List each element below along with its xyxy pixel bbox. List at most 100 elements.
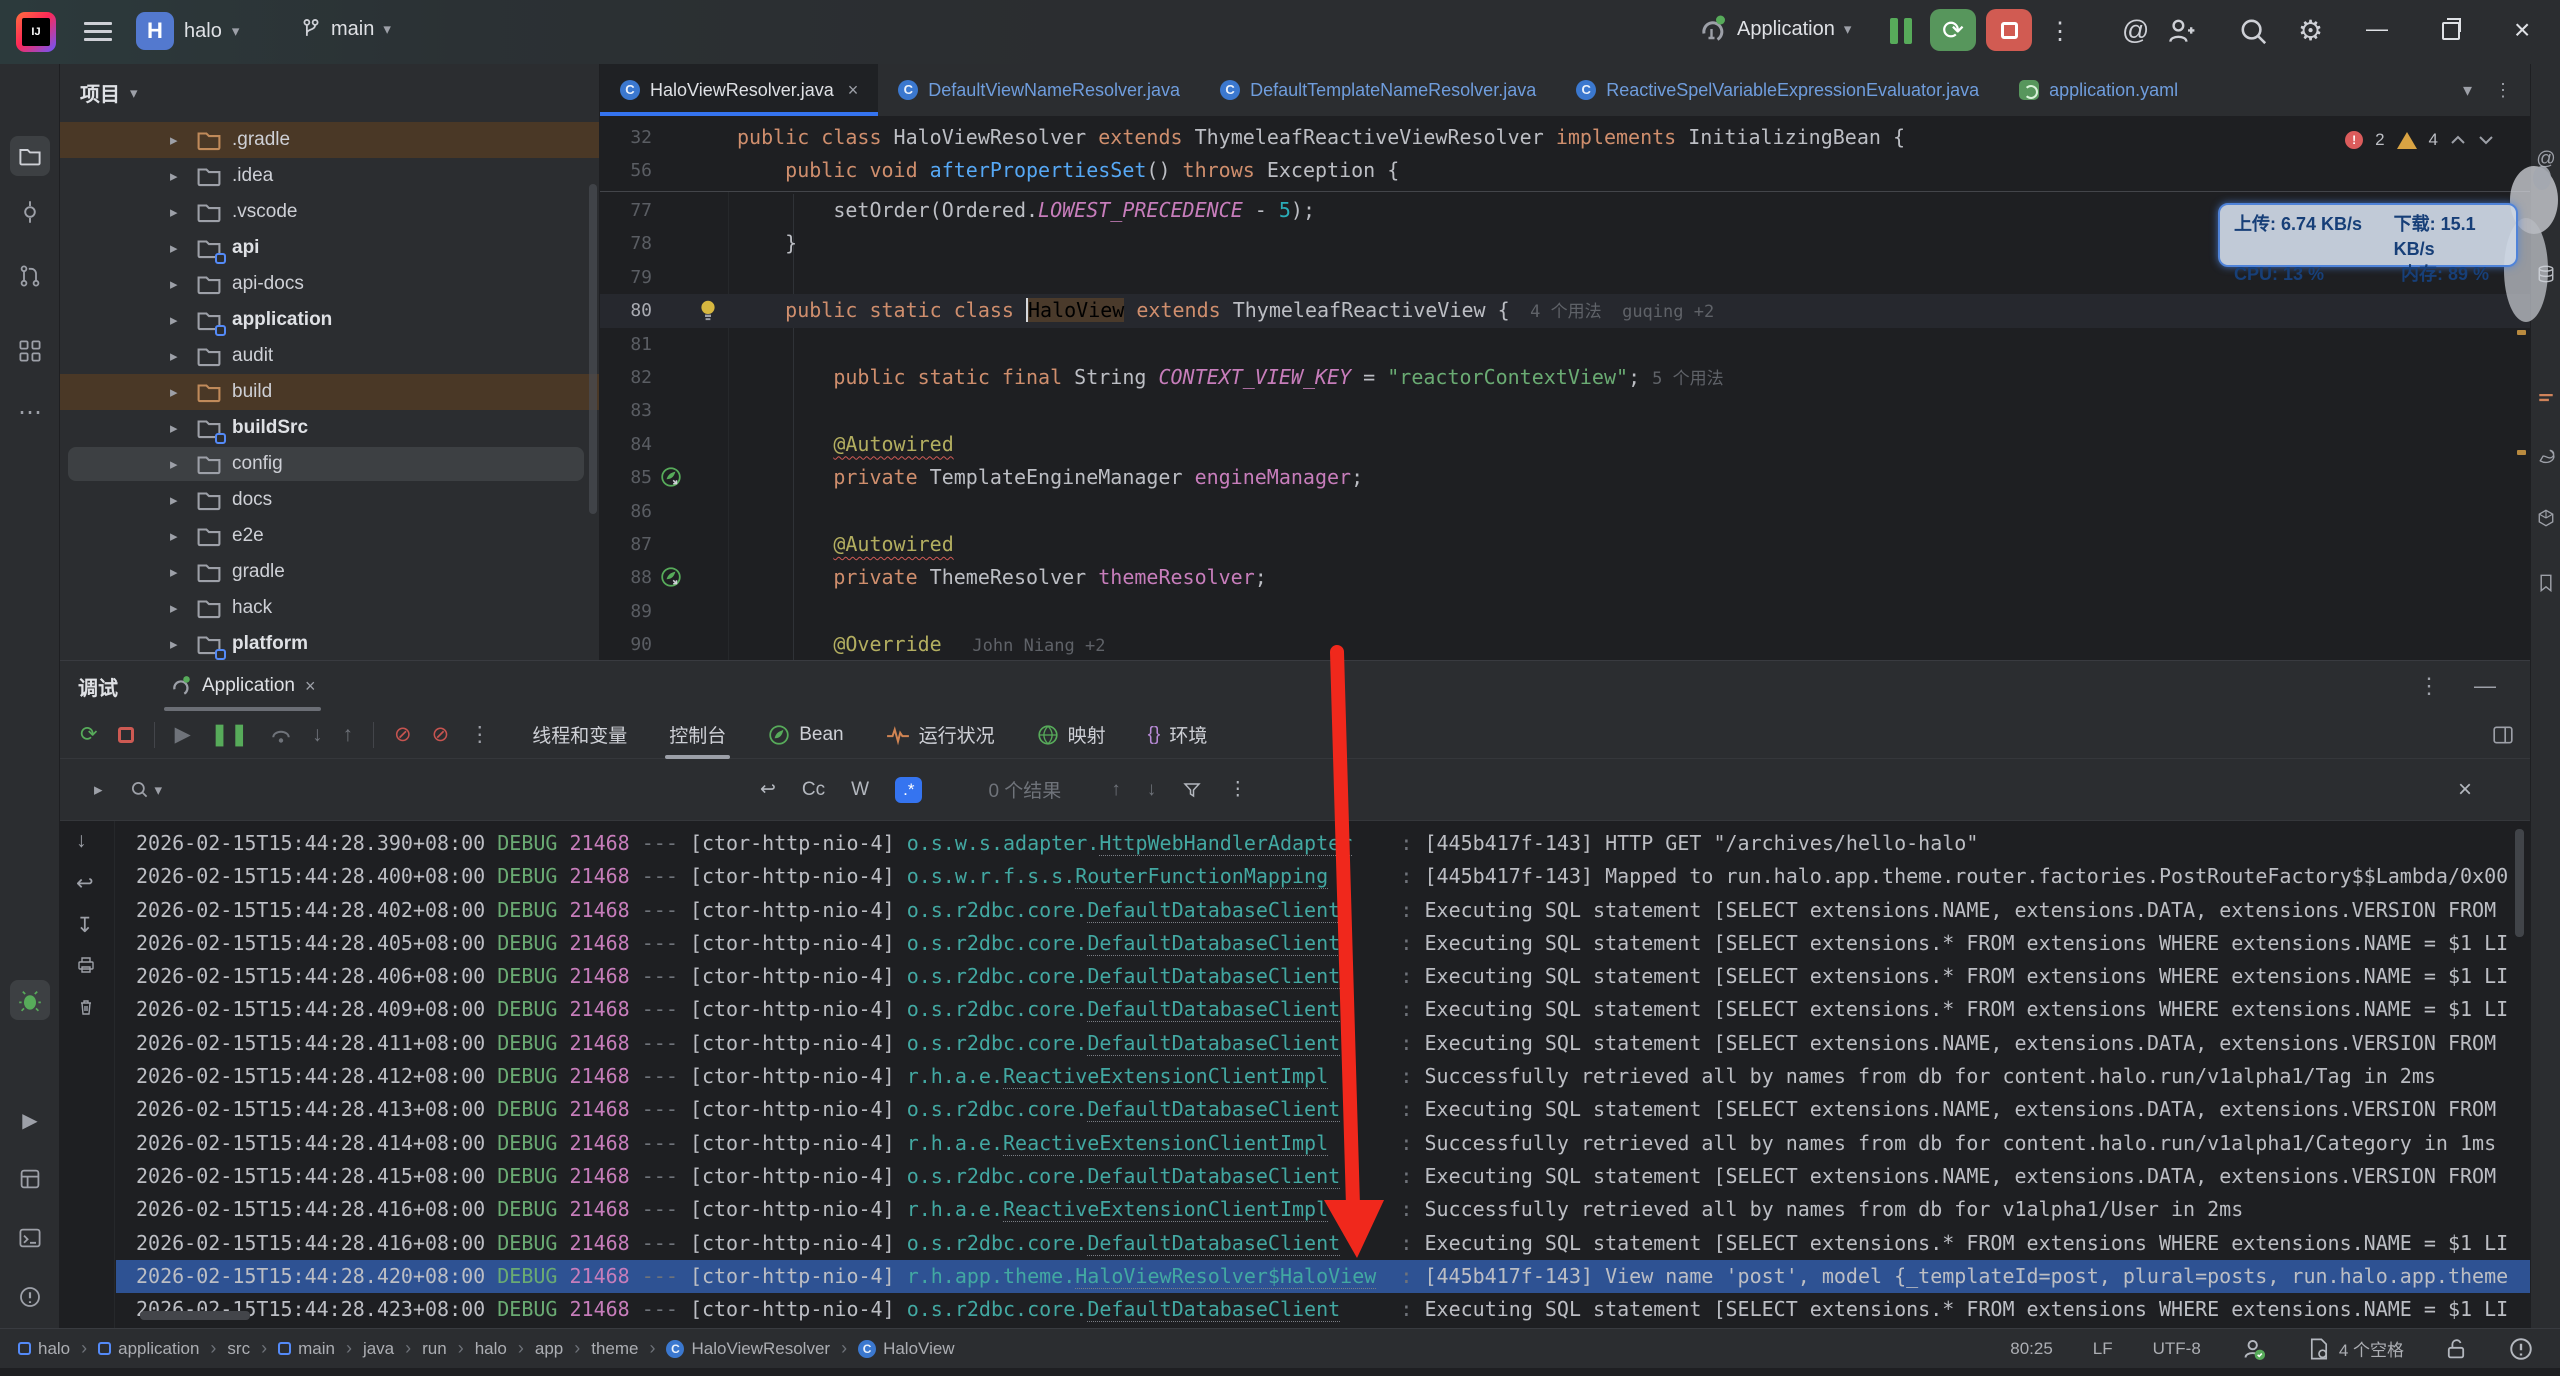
indent-setting[interactable]: 4 个空格 [2307,1336,2404,1361]
console-hscrollbar[interactable] [140,1311,250,1320]
tab-options-icon[interactable]: ⋮ [2494,80,2512,101]
breadcrumb-item-run[interactable]: run [422,1339,447,1359]
console-output[interactable]: ↑ ↓ ↩ ↧ 2026-02-15T15:44:28.390+08:00 DE… [60,821,2530,1328]
tree-item-gradle[interactable]: ▸.gradle [60,122,600,158]
analysis-mark[interactable] [2517,450,2526,455]
print-icon[interactable] [76,955,96,975]
hide-panel-icon[interactable]: — [2474,673,2496,699]
line-ending[interactable]: LF [2093,1339,2113,1359]
log-row[interactable]: 2026-02-15T15:44:28.390+08:00 DEBUG 2146… [116,827,2530,860]
breadcrumb-item-halo[interactable]: halo [475,1339,507,1359]
words-toggle[interactable]: W [851,779,869,801]
vcs-user-icon[interactable] [2241,1336,2267,1362]
debug-options-icon[interactable]: ⋮ [2418,673,2440,699]
bookmarks-toolwindow-icon[interactable] [2530,567,2560,599]
caret-position[interactable]: 80:25 [2010,1339,2053,1359]
prev-problem-icon[interactable] [2450,134,2466,146]
chevron-right-icon[interactable]: ▸ [170,491,178,509]
code-line-86[interactable]: 86 [600,495,2530,528]
intention-bulb-icon[interactable] [698,299,718,323]
recent-search-icon[interactable]: ↩ [760,778,776,801]
rerun-icon[interactable]: ⟳ [80,722,98,747]
log-row[interactable]: 2026-02-15T15:44:28.414+08:00 DEBUG 2146… [116,1127,2530,1160]
clear-console-icon[interactable] [76,997,96,1017]
match-case-toggle[interactable]: Cc [802,779,825,801]
stop-icon[interactable] [118,727,134,743]
tree-item-gradle[interactable]: ▸gradle [60,554,600,590]
tree-item-idea[interactable]: ▸.idea [60,158,600,194]
restore-button[interactable] [2442,22,2460,40]
view-tab-控制台[interactable]: 控制台 [669,711,726,759]
terminal-toolwindow-icon[interactable] [10,1218,50,1258]
more-actions-icon[interactable]: ⋮ [2048,17,2072,46]
tree-item-e2e[interactable]: ▸e2e [60,518,600,554]
breadcrumb-item-src[interactable]: src [227,1339,250,1359]
scroll-down-icon[interactable]: ↓ [76,829,87,853]
spring-bean-icon[interactable] [660,466,682,488]
log-row[interactable]: 2026-02-15T15:44:28.405+08:00 DEBUG 2146… [116,927,2530,960]
mute-breakpoints-icon[interactable]: ⊘ [394,722,412,747]
resume-icon[interactable]: ▶ [175,722,191,747]
search-input[interactable]: ▾ [129,779,163,801]
log-row[interactable]: 2026-02-15T15:44:28.411+08:00 DEBUG 2146… [116,1027,2530,1060]
log-row[interactable]: 2026-02-15T15:44:28.413+08:00 DEBUG 2146… [116,1093,2530,1126]
pause-button[interactable] [1890,18,1912,44]
close-search-icon[interactable]: × [2458,776,2472,804]
view-tab-映射[interactable]: 映射 [1037,711,1106,759]
run-toolwindow-icon[interactable]: ▶ [10,1100,50,1140]
code-line-89[interactable]: 89 [600,595,2530,628]
step-out-icon[interactable]: ↑ [342,723,353,747]
chevron-right-icon[interactable]: ▸ [170,527,178,545]
stop-button[interactable] [1986,9,2032,51]
step-over-icon[interactable] [270,724,292,746]
tree-item-hack[interactable]: ▸hack [60,590,600,626]
close-tab-icon[interactable]: × [848,80,859,101]
read-write-lock-icon[interactable] [2444,1337,2468,1361]
inspections-widget[interactable]: ! 2 4 [2345,130,2494,150]
log-row[interactable]: 2026-02-15T15:44:28.416+08:00 DEBUG 2146… [116,1193,2530,1226]
chevron-right-icon[interactable]: ▸ [170,239,178,257]
search-icon[interactable] [2238,16,2270,48]
close-window-button[interactable]: × [2514,14,2530,46]
chevron-right-icon[interactable]: ▸ [170,311,178,329]
scroll-to-end-icon[interactable]: ↧ [76,913,94,938]
regex-toggle[interactable]: .* [895,777,922,803]
breadcrumb-item-main[interactable]: main [278,1339,335,1359]
tree-item-platform[interactable]: ▸platform [60,626,600,660]
minimize-button[interactable]: — [2366,16,2388,42]
problems-toolwindow-icon[interactable] [10,1277,50,1317]
breadcrumb-item-java[interactable]: java [363,1339,394,1359]
close-icon[interactable]: × [305,676,316,697]
project-widget[interactable]: H halo ▾ [136,12,239,50]
chevron-right-icon[interactable]: ▸ [170,167,178,185]
dependencies-toolwindow-icon[interactable] [2530,502,2560,534]
debug-toolwindow-icon[interactable] [10,980,50,1020]
log-row[interactable]: 2026-02-15T15:44:28.400+08:00 DEBUG 2146… [116,860,2530,893]
log-row[interactable]: 2026-02-15T15:44:28.402+08:00 DEBUG 2146… [116,894,2530,927]
code-line-81[interactable]: 81 [600,328,2530,361]
tree-item-application[interactable]: ▸application [60,302,600,338]
step-into-icon[interactable]: ↓ [312,723,323,747]
breadcrumb-item-halo[interactable]: halo [18,1339,70,1359]
code-editor[interactable]: 32public class HaloViewResolver extends … [600,116,2530,660]
more-toolwindows-icon[interactable]: ⋯ [10,392,50,432]
git-branch-widget[interactable]: main ▾ [300,16,391,42]
hidden-tabs-icon[interactable]: ▾ [2463,80,2472,101]
log-row[interactable]: 2026-02-15T15:44:28.409+08:00 DEBUG 2146… [116,993,2530,1026]
soft-wrap-icon[interactable]: ↩ [76,871,94,896]
ai-assistant-icon[interactable]: @ [2122,15,2149,46]
view-tab-环境[interactable]: {}环境 [1148,711,1208,759]
notifications-icon[interactable] [2508,1336,2534,1362]
log-row[interactable]: 2026-02-15T15:44:28.406+08:00 DEBUG 2146… [116,960,2530,993]
code-line-56[interactable]: 56 public void afterPropertiesSet() thro… [600,154,2530,187]
log-row[interactable]: 2026-02-15T15:44:28.412+08:00 DEBUG 2146… [116,1060,2530,1093]
code-line-32[interactable]: 32public class HaloViewResolver extends … [600,121,2530,154]
view-tab-线程和变量[interactable]: 线程和变量 [532,711,627,759]
code-line-83[interactable]: 83 [600,394,2530,427]
console-vscrollbar[interactable] [2515,829,2524,937]
code-line-80[interactable]: 80 public static class HaloView extends … [600,294,2530,327]
changed-files-icon[interactable] [2530,383,2560,415]
breadcrumb-item-theme[interactable]: theme [591,1339,638,1359]
services-toolwindow-icon[interactable] [10,1159,50,1199]
code-line-84[interactable]: 84 @Autowired [600,428,2530,461]
